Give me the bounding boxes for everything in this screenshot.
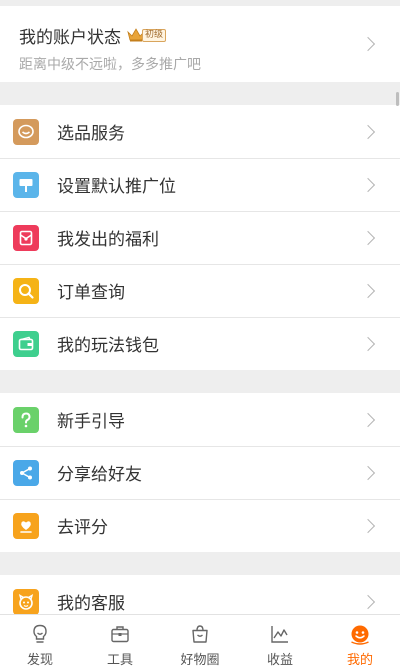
level-label: 初级: [142, 28, 167, 42]
menu-item-label: 去评分: [57, 518, 108, 538]
chevron-right-icon: [360, 336, 376, 351]
account-title-row: 我的账户状态 初级: [19, 23, 380, 48]
menu-item-default-promotion[interactable]: 设置默认推广位: [0, 158, 400, 211]
service-face-icon: [13, 588, 39, 614]
menu-item-share-to-friends[interactable]: 分享给好友: [0, 446, 400, 499]
profile-face-icon: [351, 625, 369, 645]
shopping-bag-icon: [192, 625, 208, 643]
section-gap: [0, 370, 400, 393]
chevron-right-icon: [360, 283, 376, 298]
menu-item-label: 设置默认推广位: [57, 177, 176, 197]
menu-item-label: 订单查询: [57, 283, 125, 303]
lightbulb-icon: [33, 624, 47, 643]
menu-group-1: 选品服务 设置默认推广位 我发出的福利 订单查询 我的玩法钱包: [0, 105, 400, 370]
bottom-tab-bar: 发现 工具 好物圈 收益 我的: [0, 614, 400, 668]
account-title: 我的账户状态: [19, 27, 121, 48]
chevron-right-icon: [360, 465, 376, 480]
menu-item-my-benefits[interactable]: 我发出的福利: [0, 211, 400, 264]
menu-item-rate-app[interactable]: 去评分: [0, 499, 400, 552]
menu-item-label: 新手引导: [57, 412, 125, 432]
tab-discover[interactable]: 发现: [0, 615, 80, 668]
menu-item-product-selection[interactable]: 选品服务: [0, 105, 400, 158]
tab-earnings[interactable]: 收益: [240, 615, 320, 668]
menu-group-2: 新手引导 分享给好友 去评分: [0, 393, 400, 552]
tab-label: 收益: [266, 653, 293, 668]
chevron-right-icon: [360, 518, 376, 533]
line-chart-icon: [271, 626, 288, 643]
menu-item-label: 我的玩法钱包: [57, 336, 159, 356]
red-envelope-icon: [13, 224, 39, 251]
level-badge: 初级: [127, 27, 167, 43]
section-gap: [0, 82, 400, 105]
menu-item-customer-service[interactable]: 我的客服: [0, 575, 400, 614]
menu-item-label: 我发出的福利: [57, 230, 159, 250]
tab-mine[interactable]: 我的: [320, 615, 400, 668]
menu-item-beginner-guide[interactable]: 新手引导: [0, 393, 400, 446]
heart-flower-icon: [13, 512, 39, 539]
magnifier-icon: [13, 277, 39, 304]
wallet-icon: [13, 330, 39, 357]
toolbox-icon: [111, 626, 129, 643]
menu-group-3: 我的客服: [0, 575, 400, 614]
screen: 我的账户状态 初级 距离中级不远啦，多多推广吧 选品服务 设置默认推广位 我发出…: [0, 0, 400, 668]
tab-label: 好物圈: [180, 653, 220, 668]
menu-item-label: 选品服务: [57, 124, 125, 144]
share-icon: [13, 459, 39, 486]
tab-good-stuff[interactable]: 好物圈: [160, 615, 240, 668]
chevron-right-icon: [360, 124, 376, 139]
tab-tools[interactable]: 工具: [80, 615, 160, 668]
chevron-right-icon: [360, 230, 376, 245]
question-icon: [13, 406, 39, 433]
chevron-right-icon: [360, 594, 376, 609]
chevron-right-icon: [360, 177, 376, 192]
section-gap: [0, 552, 400, 575]
menu-item-label: 我的客服: [57, 594, 125, 614]
scrollbar[interactable]: [396, 92, 399, 106]
menu-item-order-query[interactable]: 订单查询: [0, 264, 400, 317]
chat-bubble-icon: [13, 118, 39, 145]
tab-label: 发现: [26, 653, 53, 668]
scroll-content[interactable]: 我的账户状态 初级 距离中级不远啦，多多推广吧 选品服务 设置默认推广位 我发出…: [0, 0, 400, 614]
account-status-row[interactable]: 我的账户状态 初级 距离中级不远啦，多多推广吧: [0, 6, 400, 82]
tab-label: 我的: [346, 653, 373, 668]
menu-item-play-wallet[interactable]: 我的玩法钱包: [0, 317, 400, 370]
signboard-icon: [13, 171, 39, 198]
tab-label: 工具: [106, 653, 133, 668]
chevron-right-icon: [360, 412, 376, 427]
account-subtitle: 距离中级不远啦，多多推广吧: [19, 57, 201, 73]
menu-item-label: 分享给好友: [57, 465, 142, 485]
